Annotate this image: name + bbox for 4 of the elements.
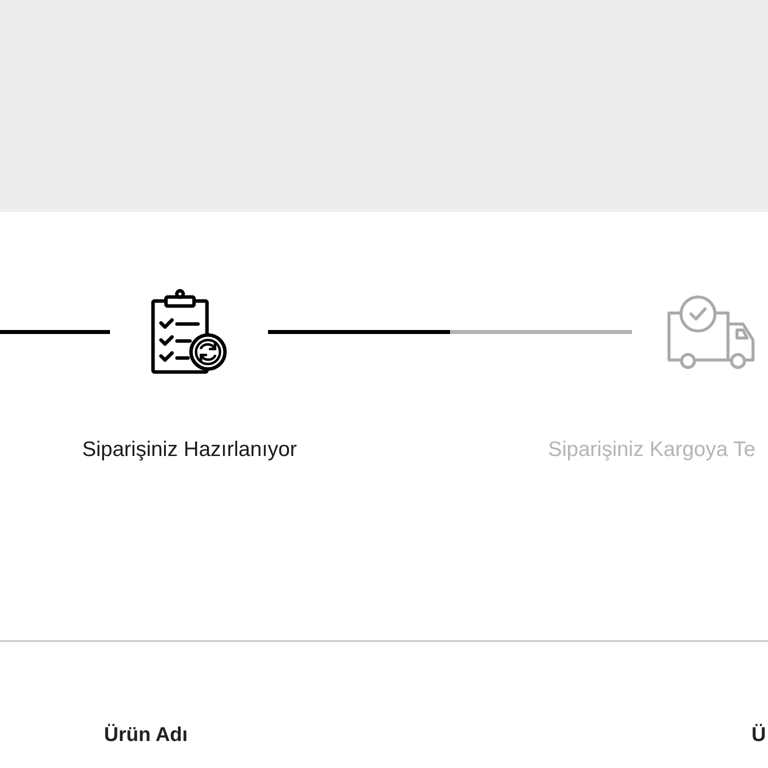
column-heading: Ürün Adı xyxy=(104,723,188,747)
column-heading: Ü xyxy=(752,723,766,747)
step-label: Siparişiniz Kargoya Te xyxy=(548,438,756,462)
step-label: Siparişiniz Hazırlanıyor xyxy=(81,438,298,462)
